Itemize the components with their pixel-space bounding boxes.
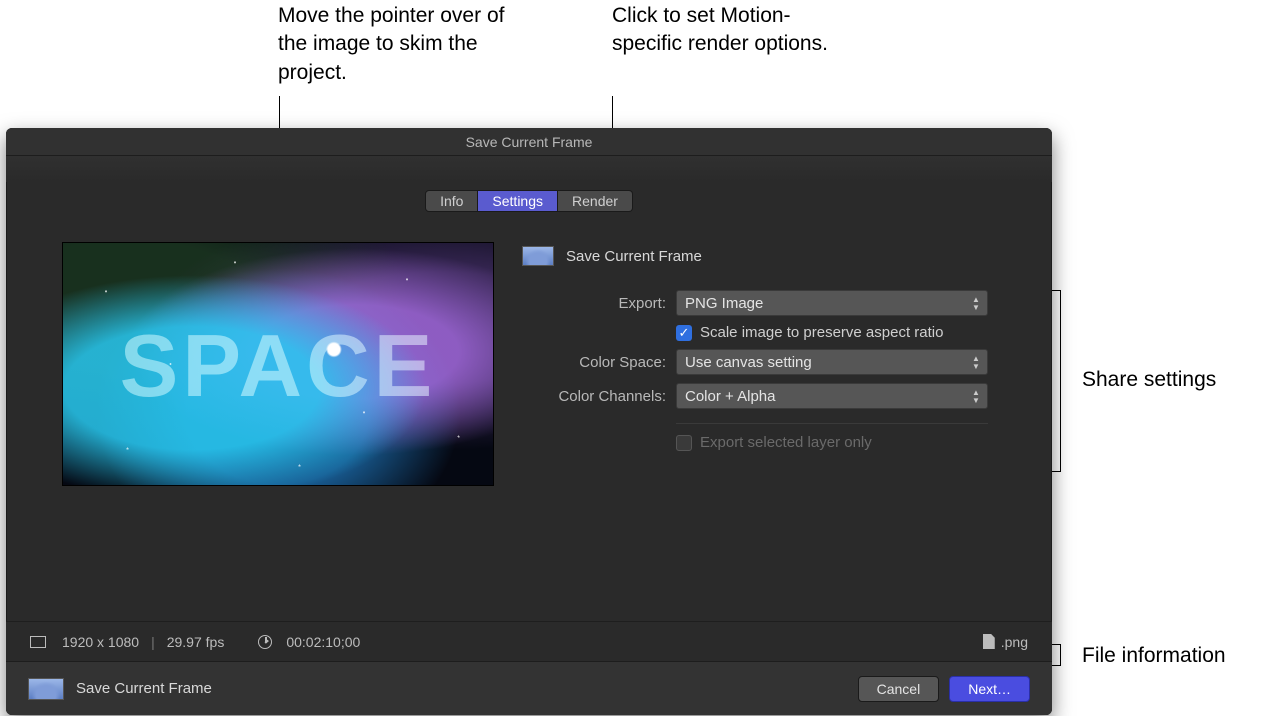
footer-title: Save Current Frame bbox=[76, 680, 212, 697]
callout-file-info: File information bbox=[1082, 642, 1226, 670]
clock-icon bbox=[258, 635, 272, 649]
share-sheet: Save Current Frame Info Settings Render … bbox=[6, 128, 1052, 715]
tabbar: Info Settings Render bbox=[6, 190, 1052, 212]
colorspace-label: Color Space: bbox=[522, 354, 666, 371]
divider bbox=[676, 423, 988, 424]
duration-text: 00:02:10;00 bbox=[286, 634, 360, 650]
bracket-share bbox=[1060, 290, 1061, 472]
colorspace-popup[interactable]: Use canvas setting ▲▼ bbox=[676, 349, 988, 375]
fps-text: 29.97 fps bbox=[167, 634, 225, 650]
export-value: PNG Image bbox=[685, 295, 763, 312]
top-shade bbox=[6, 156, 1052, 182]
scale-checkbox-row[interactable]: ✓ Scale image to preserve aspect ratio bbox=[676, 324, 1022, 341]
tab-settings[interactable]: Settings bbox=[478, 190, 558, 212]
channels-popup[interactable]: Color + Alpha ▲▼ bbox=[676, 383, 988, 409]
panel-thumb-icon bbox=[522, 246, 554, 266]
export-popup[interactable]: PNG Image ▲▼ bbox=[676, 290, 988, 316]
cancel-button[interactable]: Cancel bbox=[858, 676, 940, 702]
footer: Save Current Frame Cancel Next… bbox=[6, 661, 1052, 715]
popup-arrows-icon: ▲▼ bbox=[969, 353, 983, 373]
tab-info[interactable]: Info bbox=[425, 190, 478, 212]
export-selected-checkbox bbox=[676, 435, 692, 451]
settings-panel: Save Current Frame Export: PNG Image ▲▼ … bbox=[522, 242, 1022, 486]
popup-arrows-icon: ▲▼ bbox=[969, 294, 983, 314]
export-selected-row: Export selected layer only bbox=[676, 434, 1022, 451]
tab-render[interactable]: Render bbox=[558, 190, 633, 212]
scale-label: Scale image to preserve aspect ratio bbox=[700, 324, 943, 341]
colorspace-value: Use canvas setting bbox=[685, 354, 812, 371]
preview-text: SPACE bbox=[63, 315, 493, 417]
dimensions-text: 1920 x 1080 bbox=[62, 634, 139, 650]
channels-label: Color Channels: bbox=[522, 388, 666, 405]
export-label: Export: bbox=[522, 295, 666, 312]
next-button[interactable]: Next… bbox=[949, 676, 1030, 702]
file-info-strip: 1920 x 1080 | 29.97 fps 00:02:10;00 .png bbox=[6, 621, 1052, 661]
popup-arrows-icon: ▲▼ bbox=[969, 387, 983, 407]
panel-title: Save Current Frame bbox=[566, 248, 702, 265]
bracket-fileinfo bbox=[1060, 644, 1061, 666]
preview-thumbnail[interactable]: SPACE bbox=[62, 242, 494, 486]
scale-checkbox[interactable]: ✓ bbox=[676, 325, 692, 341]
frame-icon bbox=[30, 636, 46, 648]
callout-share-settings: Share settings bbox=[1082, 366, 1216, 394]
channels-value: Color + Alpha bbox=[685, 388, 775, 405]
ext-text: .png bbox=[1001, 634, 1028, 650]
file-icon bbox=[983, 634, 995, 649]
export-selected-label: Export selected layer only bbox=[700, 434, 872, 451]
sheet-title: Save Current Frame bbox=[6, 128, 1052, 156]
footer-thumb-icon bbox=[28, 678, 64, 700]
callout-render: Click to set Motion-specific render opti… bbox=[612, 2, 842, 59]
sep: | bbox=[151, 634, 155, 650]
callout-skim: Move the pointer over of the image to sk… bbox=[278, 2, 538, 87]
